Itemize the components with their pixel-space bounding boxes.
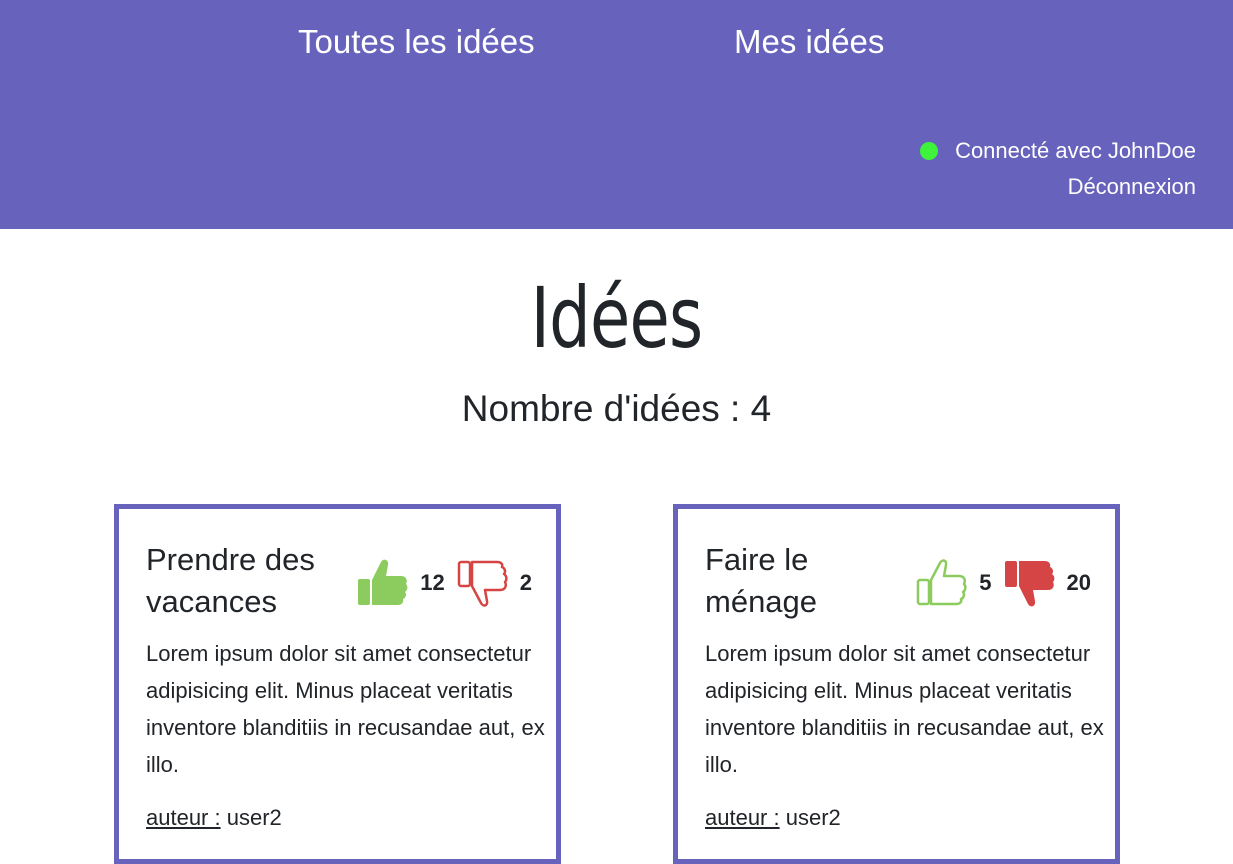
like-button[interactable]: 12	[355, 556, 445, 610]
session-status: Connecté avec JohnDoe Déconnexion	[920, 136, 1196, 202]
idea-description: Lorem ipsum dolor sit amet consectetur a…	[705, 641, 1104, 777]
ideas-count: Nombre d'idées : 4	[461, 388, 772, 429]
author-name: user2	[226, 805, 282, 830]
vote-controls: 12 2	[355, 555, 532, 611]
idea-author: auteur : user2	[705, 803, 841, 833]
connection-status-text: Connecté avec JohnDoe	[955, 138, 1196, 163]
vote-controls: 5 20	[914, 555, 1091, 611]
dislike-count: 20	[1066, 570, 1091, 595]
thumbs-down-outline-icon	[457, 560, 508, 607]
dislike-button[interactable]: 20	[1002, 556, 1091, 610]
page-title: Idées	[530, 269, 704, 367]
idea-card: Prendre des vacances 12 2 Lorem ipsum do…	[114, 504, 561, 864]
like-count: 12	[420, 570, 445, 595]
idea-author: auteur : user2	[146, 803, 282, 833]
connection-status: Connecté avec JohnDoe	[920, 136, 1196, 166]
logout-link[interactable]: Déconnexion	[920, 172, 1196, 202]
thumbs-up-outline-icon	[917, 559, 967, 606]
nav-all-ideas-link[interactable]: Toutes les idées	[298, 22, 535, 62]
author-label[interactable]: auteur :	[705, 805, 780, 830]
nav-my-ideas-link[interactable]: Mes idées	[734, 22, 884, 62]
online-status-dot-icon	[920, 142, 939, 160]
like-button[interactable]: 5	[914, 556, 992, 610]
idea-card: Faire le ménage 5 20 Lorem ipsum dolor s…	[673, 504, 1120, 864]
dislike-button[interactable]: 2	[455, 556, 532, 610]
author-label[interactable]: auteur :	[146, 805, 221, 830]
thumbs-up-filled-icon	[358, 559, 408, 605]
top-navbar: Toutes les idées Mes idées Connecté avec…	[0, 0, 1233, 229]
idea-title: Faire le ménage	[705, 542, 818, 619]
idea-description: Lorem ipsum dolor sit amet consectetur a…	[146, 641, 545, 777]
thumbs-down-filled-icon	[1004, 561, 1054, 607]
dislike-count: 2	[519, 570, 532, 595]
like-count: 5	[979, 570, 992, 595]
author-name: user2	[785, 805, 841, 830]
idea-title: Prendre des vacances	[146, 542, 315, 619]
